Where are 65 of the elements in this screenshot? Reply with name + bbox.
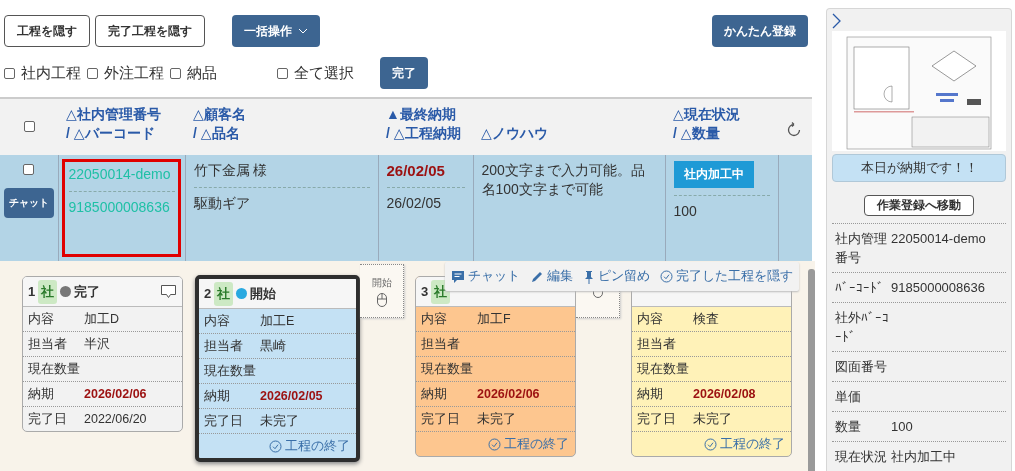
field-value: 2026/02/08 — [693, 387, 756, 401]
detail-label: 単価 — [835, 388, 862, 406]
field-label: 内容 — [204, 312, 231, 330]
field-label: 完了日 — [204, 412, 244, 430]
field-label: 現在数量 — [28, 360, 81, 378]
detail-label: 図面番号 — [835, 358, 888, 376]
in-house-badge: 社 — [214, 281, 234, 306]
product-name: 駆動ギア — [193, 194, 251, 213]
detail-value: 社内加工中 — [891, 448, 956, 466]
detail-value: 9185000008636 — [891, 279, 985, 297]
field-label: 納期 — [28, 385, 55, 403]
detail-label: 社外ﾊﾞｰｺｰﾄﾞ — [835, 309, 890, 346]
quantity: 100 — [673, 202, 698, 221]
field-value: 2026/02/06 — [477, 387, 540, 401]
process-status: 開始 — [250, 284, 277, 303]
filter-label: 社内工程 — [21, 63, 81, 83]
in-house-badge: 社 — [38, 279, 58, 304]
process-number: 3 — [421, 284, 429, 299]
filter-label: 納品 — [187, 63, 217, 83]
detail-label: 現在状況 — [835, 448, 888, 466]
detail-label: 社内管理番号 — [835, 230, 888, 267]
field-label: 納期 — [204, 387, 231, 405]
process-number: 2 — [204, 286, 212, 301]
field-label: 担当者 — [421, 335, 461, 353]
field-label: 担当者 — [204, 337, 244, 355]
select-all-label: 全て選択 — [294, 63, 354, 83]
field-value: 未完了 — [477, 410, 516, 428]
knowhow-text: 200文字まで入力可能。品名100文字まで可能 — [481, 162, 645, 197]
filter-label: 外注工程 — [104, 63, 164, 83]
status-badge: 社内加工中 — [673, 161, 754, 188]
field-value: 2026/02/05 — [260, 389, 323, 403]
field-label: 現在数量 — [204, 362, 257, 380]
field-value: 半沢 — [84, 335, 110, 353]
field-value: 検査 — [693, 310, 719, 328]
field-label: 現在数量 — [637, 360, 690, 378]
field-value: 加工F — [477, 310, 511, 328]
field-value: 未完了 — [693, 410, 732, 428]
detail-label: 数量 — [835, 418, 862, 436]
field-label: 現在数量 — [421, 360, 474, 378]
field-value: 加工D — [84, 310, 120, 328]
field-value: 未完了 — [260, 412, 299, 430]
detail-value: 100 — [891, 418, 913, 436]
field-label: 納期 — [637, 385, 664, 403]
field-label: 内容 — [421, 310, 448, 328]
field-label: 納期 — [421, 385, 448, 403]
detail-label: ﾊﾞｰｺｰﾄﾞ — [835, 279, 885, 297]
detail-value: 22050014-demo — [891, 230, 986, 248]
field-value: 2026/02/06 — [84, 387, 147, 401]
customer-name: 竹下金属 様 — [193, 161, 269, 180]
field-label: 完了日 — [28, 410, 68, 428]
process-status: 完了 — [74, 282, 101, 301]
process-number: 1 — [28, 284, 36, 299]
final-due-date: 26/02/05 — [386, 161, 446, 180]
field-value: 2022/06/20 — [84, 412, 147, 426]
field-label: 完了日 — [421, 410, 461, 428]
field-label: 担当者 — [637, 335, 677, 353]
field-label: 内容 — [28, 310, 55, 328]
field-label: 担当者 — [28, 335, 68, 353]
field-value: 加工E — [260, 312, 295, 330]
field-label: 内容 — [637, 310, 664, 328]
field-label: 完了日 — [637, 410, 677, 428]
due-notice: 本日が納期です！！ — [832, 154, 1006, 182]
field-value: 黒崎 — [260, 337, 286, 355]
process-due-date: 26/02/05 — [386, 194, 442, 213]
slot-label: 開始 — [371, 275, 392, 290]
